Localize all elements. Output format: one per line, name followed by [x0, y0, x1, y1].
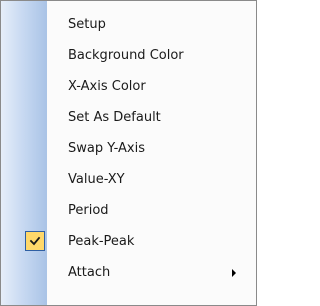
menu-item-label: Peak-Peak: [68, 234, 135, 249]
menu-item-x-axis-color[interactable]: X-Axis Color: [1, 71, 256, 102]
menu-item-label: Setup: [68, 17, 106, 32]
menu-item-label: Background Color: [68, 48, 184, 63]
menu-item-label: Value-XY: [68, 172, 125, 187]
menu-items: Setup Background Color X-Axis Color Set …: [1, 9, 256, 288]
menu-item-setup[interactable]: Setup: [1, 9, 256, 40]
menu-item-attach[interactable]: Attach: [1, 257, 256, 288]
checked-indicator: [25, 231, 45, 251]
menu-item-label: Swap Y-Axis: [68, 141, 146, 156]
menu-item-set-as-default[interactable]: Set As Default: [1, 102, 256, 133]
menu-item-label: X-Axis Color: [68, 79, 146, 94]
menu-item-peak-peak[interactable]: Peak-Peak: [1, 226, 256, 257]
chevron-right-icon: [232, 269, 236, 277]
menu-item-label: Attach: [68, 265, 111, 280]
menu-item-period[interactable]: Period: [1, 195, 256, 226]
menu-item-label: Period: [68, 203, 109, 218]
context-menu: Setup Background Color X-Axis Color Set …: [0, 0, 257, 306]
menu-item-value-xy[interactable]: Value-XY: [1, 164, 256, 195]
menu-item-swap-y-axis[interactable]: Swap Y-Axis: [1, 133, 256, 164]
menu-item-background-color[interactable]: Background Color: [1, 40, 256, 71]
checkmark-icon: [29, 236, 41, 246]
menu-item-label: Set As Default: [68, 110, 161, 125]
